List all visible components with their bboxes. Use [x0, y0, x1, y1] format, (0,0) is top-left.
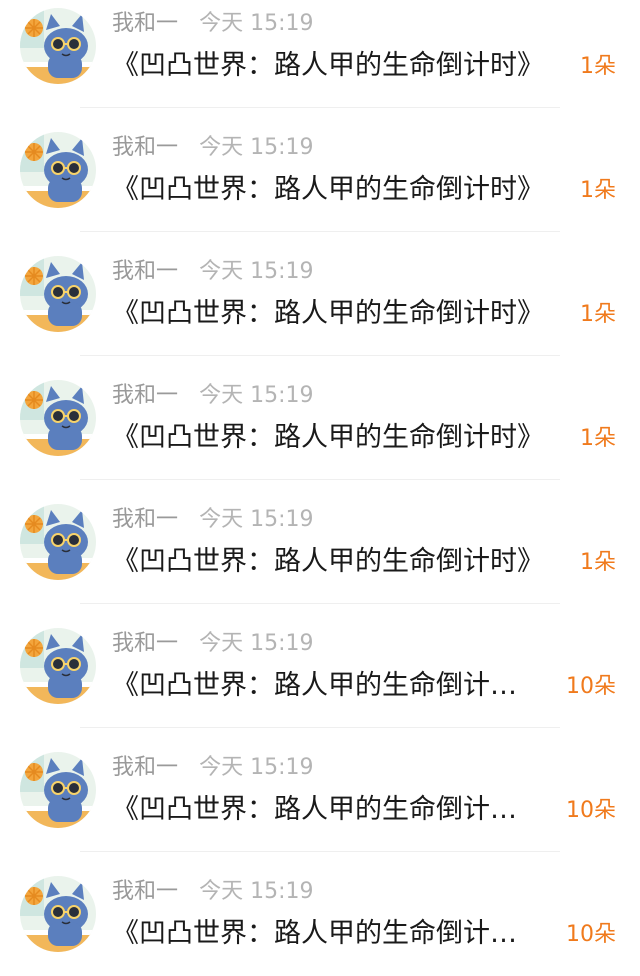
avatar[interactable]: [20, 256, 96, 332]
timestamp: 今天 15:19: [199, 11, 314, 36]
avatar[interactable]: [20, 876, 96, 952]
list-item[interactable]: 我和一 今天 15:19 《凹凸世界：路人甲的生命倒计时》 1朵: [0, 248, 640, 372]
timestamp: 今天 15:19: [199, 135, 314, 160]
username[interactable]: 我和一: [112, 755, 178, 780]
list-item[interactable]: 我和一 今天 15:19 《凹凸世界：路人甲的生命倒计时》 1朵: [0, 124, 640, 248]
blue-cat-avatar-icon: [20, 8, 96, 84]
divider: [80, 231, 560, 232]
avatar[interactable]: [20, 628, 96, 704]
list-item[interactable]: 我和一 今天 15:19 《凹凸世界：路人甲的生命倒计时》 10朵: [0, 620, 640, 744]
message-title[interactable]: 《凹凸世界：路人甲的生命倒计时》: [112, 44, 560, 88]
avatar[interactable]: [20, 504, 96, 580]
flower-count: 10朵: [566, 674, 616, 699]
timestamp: 今天 15:19: [199, 259, 314, 284]
blue-cat-avatar-icon: [20, 752, 96, 828]
divider: [80, 479, 560, 480]
avatar[interactable]: [20, 132, 96, 208]
list-item[interactable]: 我和一 今天 15:19 《凹凸世界：路人甲的生命倒计时》 10朵: [0, 868, 640, 976]
username[interactable]: 我和一: [112, 135, 178, 160]
message-title[interactable]: 《凹凸世界：路人甲的生命倒计时》: [112, 788, 532, 832]
timestamp: 今天 15:19: [199, 383, 314, 408]
divider: [80, 355, 560, 356]
blue-cat-avatar-icon: [20, 876, 96, 952]
list-item[interactable]: 我和一 今天 15:19 《凹凸世界：路人甲的生命倒计时》 1朵: [0, 496, 640, 620]
message-title[interactable]: 《凹凸世界：路人甲的生命倒计时》: [112, 292, 560, 336]
divider: [80, 107, 560, 108]
flower-count: 1朵: [580, 302, 616, 327]
timestamp: 今天 15:19: [199, 631, 314, 656]
gift-message-list: 我和一 今天 15:19 《凹凸世界：路人甲的生命倒计时》 1朵 我和一 今天 …: [0, 0, 640, 976]
username[interactable]: 我和一: [112, 631, 178, 656]
timestamp: 今天 15:19: [199, 507, 314, 532]
divider: [80, 727, 560, 728]
flower-count: 1朵: [580, 178, 616, 203]
blue-cat-avatar-icon: [20, 380, 96, 456]
username[interactable]: 我和一: [112, 259, 178, 284]
list-item[interactable]: 我和一 今天 15:19 《凹凸世界：路人甲的生命倒计时》 1朵: [0, 372, 640, 496]
avatar[interactable]: [20, 752, 96, 828]
username[interactable]: 我和一: [112, 11, 178, 36]
blue-cat-avatar-icon: [20, 504, 96, 580]
flower-count: 1朵: [580, 54, 616, 79]
list-item[interactable]: 我和一 今天 15:19 《凹凸世界：路人甲的生命倒计时》 10朵: [0, 744, 640, 868]
list-item[interactable]: 我和一 今天 15:19 《凹凸世界：路人甲的生命倒计时》 1朵: [0, 0, 640, 124]
timestamp: 今天 15:19: [199, 755, 314, 780]
timestamp: 今天 15:19: [199, 879, 314, 904]
flower-count: 10朵: [566, 922, 616, 947]
flower-count: 1朵: [580, 550, 616, 575]
flower-count: 10朵: [566, 798, 616, 823]
flower-count: 1朵: [580, 426, 616, 451]
avatar[interactable]: [20, 8, 96, 84]
blue-cat-avatar-icon: [20, 132, 96, 208]
message-title[interactable]: 《凹凸世界：路人甲的生命倒计时》: [112, 540, 560, 584]
username[interactable]: 我和一: [112, 383, 178, 408]
username[interactable]: 我和一: [112, 879, 178, 904]
blue-cat-avatar-icon: [20, 628, 96, 704]
divider: [80, 851, 560, 852]
divider: [80, 603, 560, 604]
username[interactable]: 我和一: [112, 507, 178, 532]
message-title[interactable]: 《凹凸世界：路人甲的生命倒计时》: [112, 168, 560, 212]
message-title[interactable]: 《凹凸世界：路人甲的生命倒计时》: [112, 912, 532, 956]
avatar[interactable]: [20, 380, 96, 456]
message-title[interactable]: 《凹凸世界：路人甲的生命倒计时》: [112, 664, 532, 708]
blue-cat-avatar-icon: [20, 256, 96, 332]
message-title[interactable]: 《凹凸世界：路人甲的生命倒计时》: [112, 416, 560, 460]
